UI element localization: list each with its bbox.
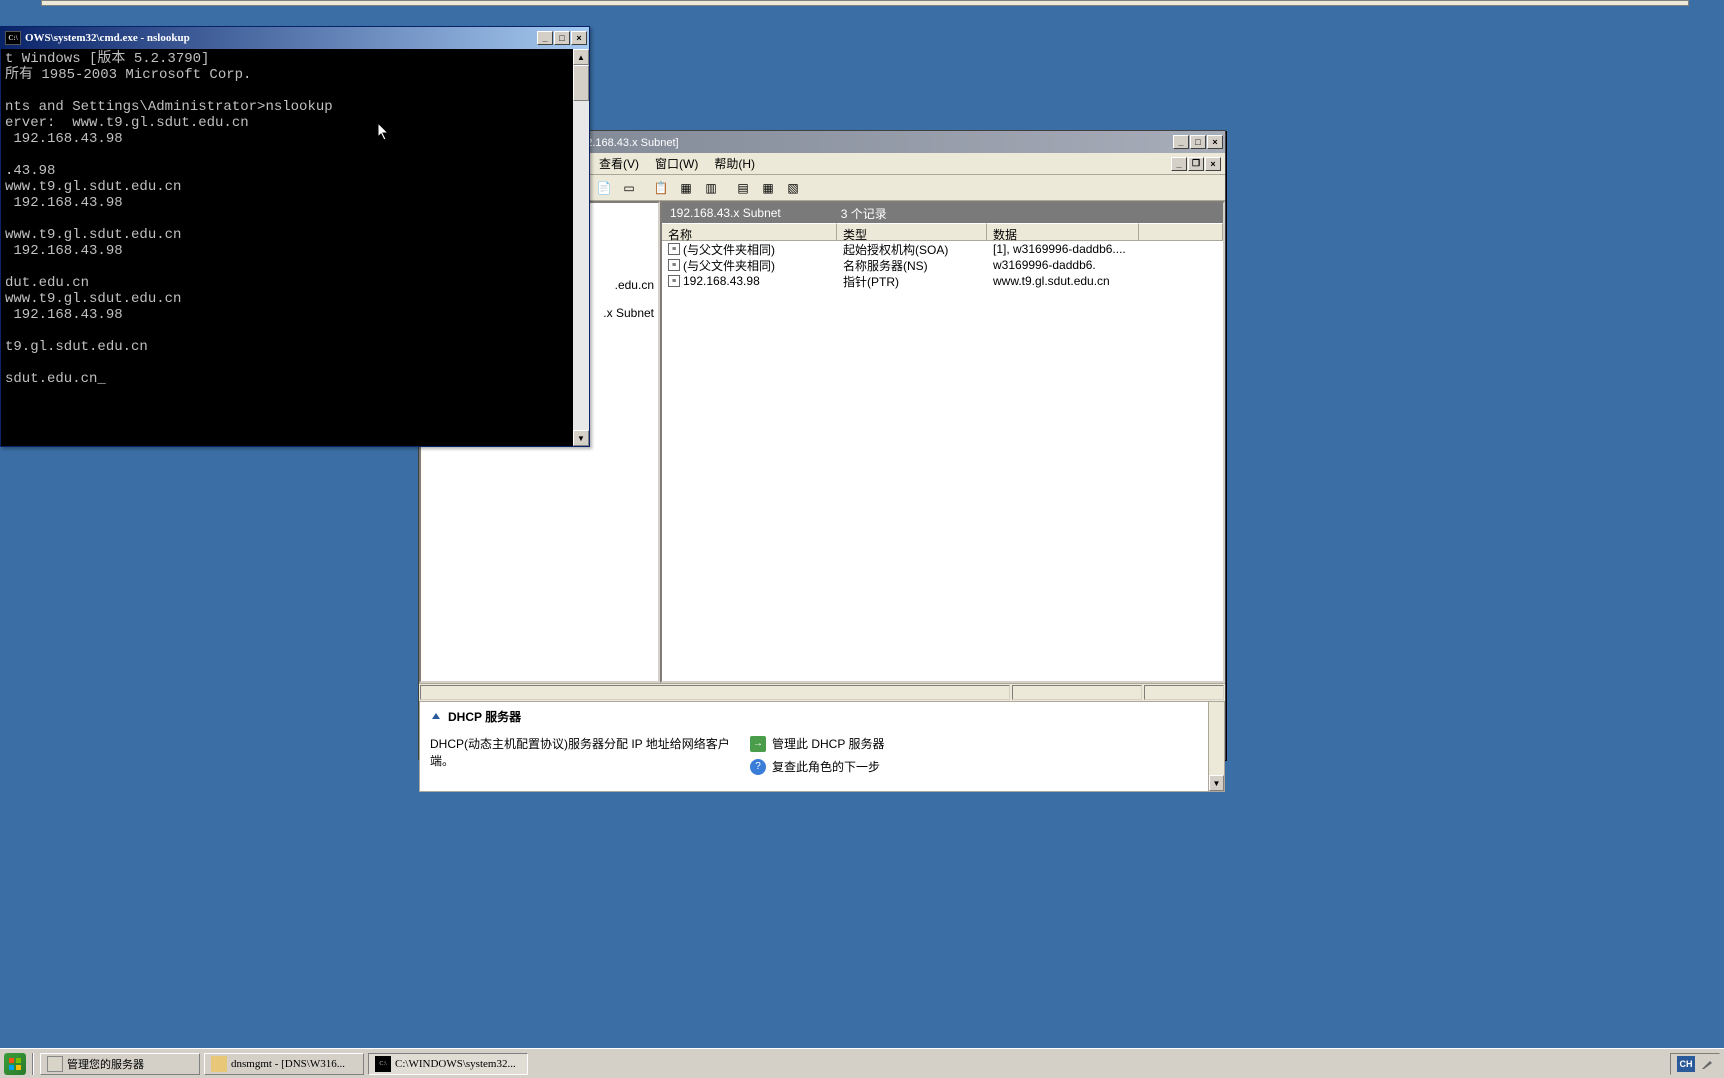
record-icon: ≡ [668, 243, 680, 255]
tree-item-subnet[interactable]: .x Subnet [603, 306, 654, 320]
col-spacer[interactable] [1139, 223, 1223, 241]
cmd-close-button[interactable]: × [571, 31, 587, 45]
cmd-minimize-button[interactable]: _ [537, 31, 553, 45]
list-row[interactable]: ≡(与父文件夹相同) 起始授权机构(SOA) [1], w3169996-dad… [662, 241, 1223, 257]
ime-indicator[interactable]: CH [1677, 1056, 1695, 1072]
collapse-icon[interactable] [430, 711, 442, 723]
menu-window[interactable]: 窗口(W) [649, 153, 704, 174]
list-row[interactable]: ≡(与父文件夹相同) 名称服务器(NS) w3169996-daddb6. [662, 257, 1223, 273]
child-restore-button[interactable]: ❐ [1188, 157, 1204, 171]
child-minimize-button[interactable]: _ [1171, 157, 1187, 171]
tray-pen-icon[interactable] [1701, 1058, 1713, 1070]
list-rows[interactable]: ≡(与父文件夹相同) 起始授权机构(SOA) [1], w3169996-dad… [662, 241, 1223, 681]
close-button[interactable]: × [1207, 135, 1223, 149]
toolbar-detail-icon[interactable]: ▦ [757, 177, 779, 199]
toolbar-refresh-icon[interactable]: ▧ [782, 177, 804, 199]
toolbar-export-icon[interactable]: 📋 [650, 177, 672, 199]
toolbar-new-icon[interactable]: 📄 [593, 177, 615, 199]
taskbar-item-cmd[interactable]: C:\ C:\WINDOWS\system32... [368, 1053, 528, 1075]
col-name[interactable]: 名称 [662, 223, 837, 241]
cmd-task-icon: C:\ [375, 1056, 391, 1072]
scroll-down-icon[interactable]: ▼ [1209, 775, 1224, 791]
taskbar-item-dnsmgmt[interactable]: dnsmgmt - [DNS\W316... [204, 1053, 364, 1075]
cmd-title-text: OWS\system32\cmd.exe - nslookup [25, 32, 537, 44]
list-row[interactable]: ≡192.168.43.98 指针(PTR) www.t9.gl.sdut.ed… [662, 273, 1223, 289]
minimize-button[interactable]: _ [1173, 135, 1189, 149]
menu-view[interactable]: 查看(V) [593, 153, 645, 174]
scroll-up-icon[interactable]: ▲ [573, 49, 589, 65]
status-bar [419, 683, 1225, 701]
dhcp-panel: DHCP 服务器 DHCP(动态主机配置协议)服务器分配 IP 地址给网络客户端… [419, 701, 1225, 792]
col-type[interactable]: 类型 [837, 223, 987, 241]
dhcp-description: DHCP(动态主机配置协议)服务器分配 IP 地址给网络客户端。 [430, 735, 750, 781]
record-icon: ≡ [668, 259, 680, 271]
toolbar-grid1-icon[interactable]: ▦ [675, 177, 697, 199]
cmd-terminal[interactable]: t Windows [版本 5.2.3790] 所有 1985-2003 Mic… [1, 49, 573, 446]
toolbar-grid2-icon[interactable]: ▥ [700, 177, 722, 199]
manage-dhcp-link[interactable]: → 管理此 DHCP 服务器 [750, 735, 1214, 752]
subnet-label: 192.168.43.x Subnet [670, 206, 781, 220]
dhcp-scrollbar[interactable]: ▼ [1208, 702, 1224, 791]
taskbar-item-manage-server[interactable]: 管理您的服务器 [40, 1053, 200, 1075]
taskbar: 管理您的服务器 dnsmgmt - [DNS\W316... C:\ C:\WI… [0, 1048, 1724, 1078]
record-count: 3 个记录 [841, 205, 887, 222]
dhcp-title: DHCP 服务器 [448, 708, 521, 725]
list-header: 192.168.43.x Subnet 3 个记录 [662, 203, 1223, 223]
dns-icon [211, 1056, 227, 1072]
maximize-button[interactable]: □ [1190, 135, 1206, 149]
scroll-down-icon[interactable]: ▼ [573, 430, 589, 446]
toolbar-window-icon[interactable]: ▭ [618, 177, 640, 199]
cmd-scrollbar[interactable]: ▲ ▼ [573, 49, 589, 446]
server-icon [47, 1056, 63, 1072]
toolbar: 📄 ▭ 📋 ▦ ▥ ▤ ▦ ▧ [589, 175, 1225, 201]
start-button[interactable] [4, 1053, 26, 1075]
scroll-thumb[interactable] [573, 65, 589, 101]
cmd-maximize-button[interactable]: □ [554, 31, 570, 45]
cmd-titlebar[interactable]: C:\ OWS\system32\cmd.exe - nslookup _ □ … [1, 27, 589, 49]
column-headers: 名称 类型 数据 [662, 223, 1223, 241]
toolbar-list-icon[interactable]: ▤ [732, 177, 754, 199]
menu-help[interactable]: 帮助(H) [708, 153, 761, 174]
top-accent-bar [41, 0, 1689, 6]
arrow-right-icon: → [750, 736, 766, 752]
cmd-window: C:\ OWS\system32\cmd.exe - nslookup _ □ … [0, 26, 590, 447]
list-panel: 192.168.43.x Subnet 3 个记录 名称 类型 数据 ≡(与父文… [660, 201, 1225, 683]
review-role-link[interactable]: ? 复查此角色的下一步 [750, 758, 1214, 775]
cmd-icon: C:\ [5, 31, 21, 45]
tree-item-domain[interactable]: .edu.cn [615, 278, 654, 292]
record-icon: ≡ [668, 275, 680, 287]
system-tray: CH [1670, 1053, 1720, 1075]
child-close-button[interactable]: × [1205, 157, 1221, 171]
help-icon: ? [750, 759, 766, 775]
col-data[interactable]: 数据 [987, 223, 1139, 241]
